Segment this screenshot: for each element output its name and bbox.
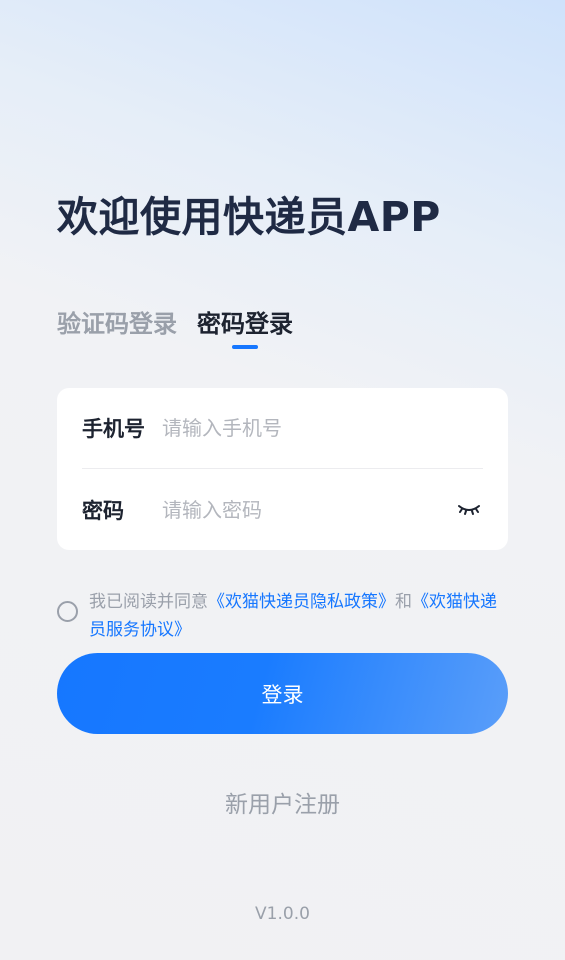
active-tab-indicator	[232, 345, 258, 349]
page-title: 欢迎使用快递员APP	[57, 193, 441, 241]
agreement-checkbox[interactable]	[57, 601, 78, 622]
tab-password-login[interactable]: 密码登录	[197, 304, 293, 349]
password-input[interactable]	[162, 498, 455, 522]
form-divider	[82, 468, 483, 469]
agreement-text: 我已阅读并同意《欢猫快递员隐私政策》和《欢猫快递员服务协议》	[89, 588, 509, 644]
agreement-section: 我已阅读并同意《欢猫快递员隐私政策》和《欢猫快递员服务协议》	[57, 588, 509, 644]
app-version: V1.0.0	[255, 904, 310, 924]
phone-row: 手机号	[82, 388, 483, 468]
login-button[interactable]: 登录	[57, 653, 508, 734]
eye-closed-icon[interactable]	[455, 498, 483, 522]
login-screen: 欢迎使用快递员APP 验证码登录 密码登录 手机号 密码	[0, 0, 565, 960]
agreement-conjunction: 和	[395, 592, 412, 612]
privacy-policy-link[interactable]: 《欢猫快递员隐私政策》	[208, 592, 395, 612]
tab-sms-code-login[interactable]: 验证码登录	[57, 304, 177, 339]
register-link[interactable]: 新用户注册	[0, 785, 565, 819]
login-tabs: 验证码登录 密码登录	[57, 304, 293, 349]
phone-input[interactable]	[162, 416, 483, 440]
phone-label: 手机号	[82, 417, 145, 441]
tab-password-login-label: 密码登录	[197, 310, 293, 338]
login-form-card: 手机号 密码	[57, 388, 508, 550]
password-label: 密码	[82, 499, 124, 523]
agreement-prefix: 我已阅读并同意	[89, 592, 208, 612]
password-row: 密码	[82, 470, 483, 550]
